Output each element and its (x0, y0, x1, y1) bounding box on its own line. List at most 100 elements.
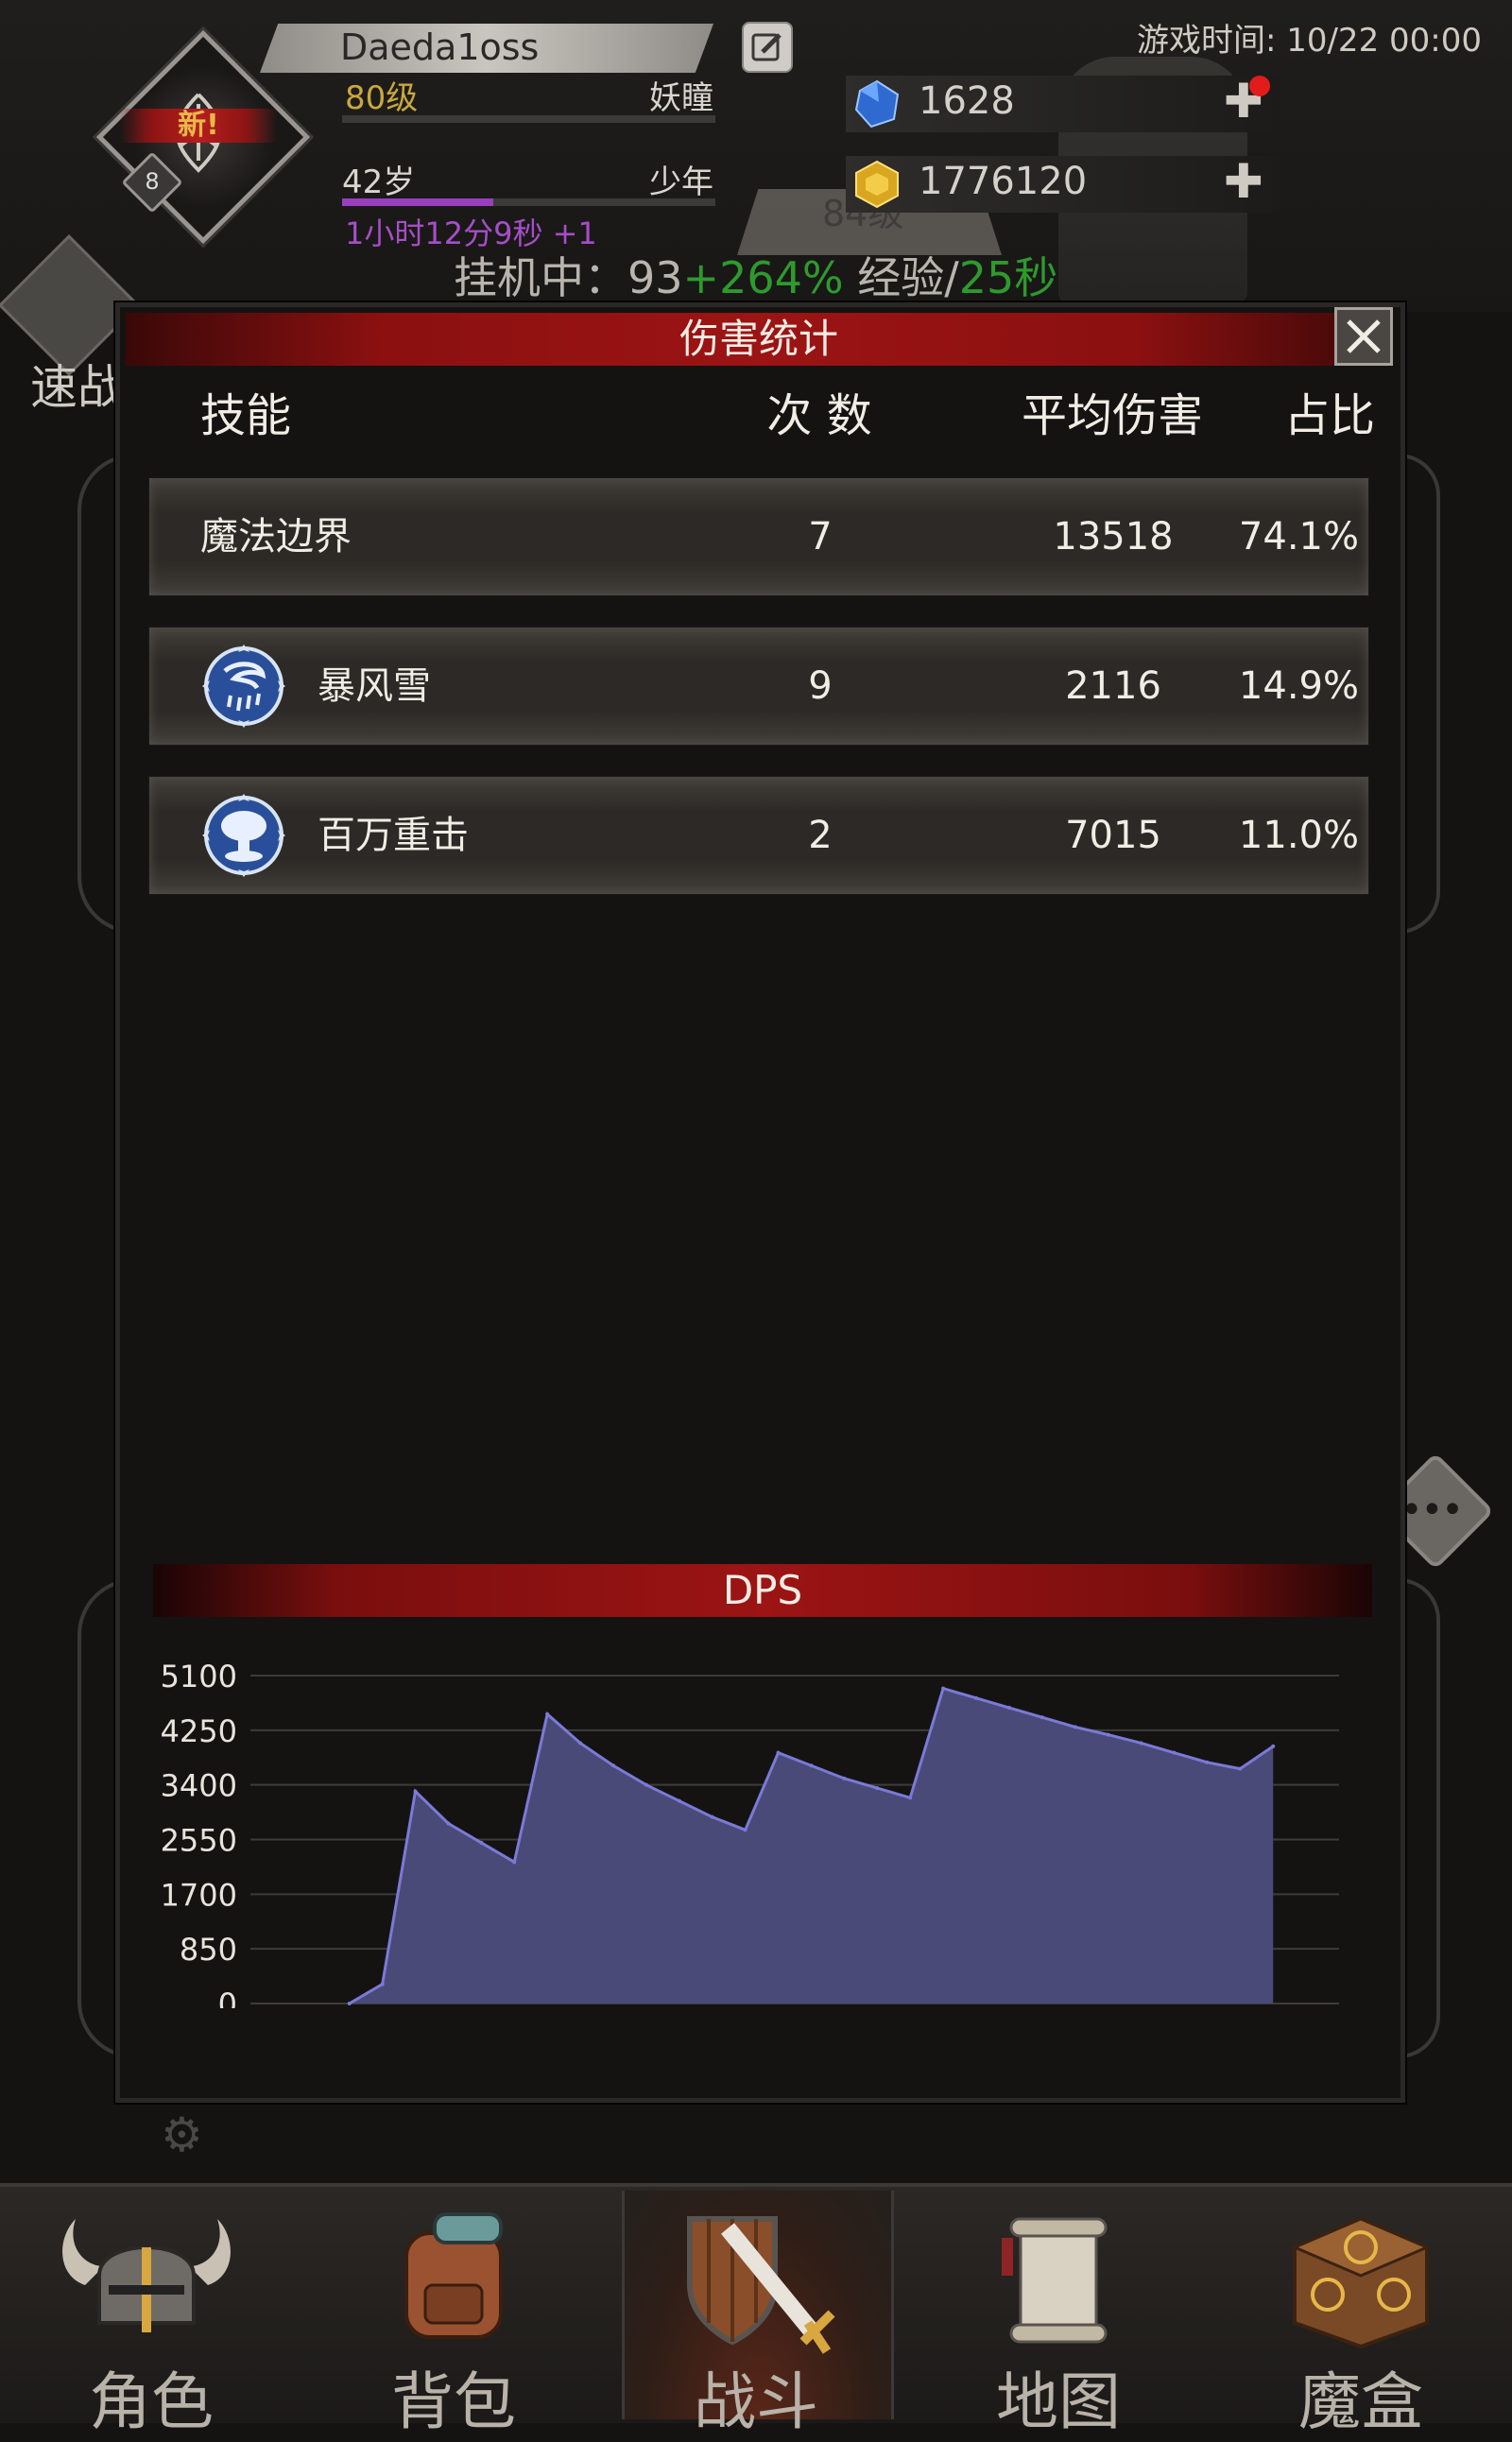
add-gold-button[interactable]: ✚ (1224, 154, 1263, 209)
nav-label: 魔盒 (1298, 2365, 1423, 2438)
column-header-count: 次 数 (766, 389, 872, 442)
dps-point (1205, 1760, 1210, 1764)
dps-point (1172, 1750, 1177, 1755)
nav-tab-battle[interactable]: 战斗 (605, 2191, 907, 2438)
dialog-title: 伤害统计 (679, 316, 838, 362)
gold-count: 1776120 (919, 160, 1088, 203)
dps-title-bar: DPS (153, 1564, 1372, 1617)
nav-label: 背包 (391, 2365, 516, 2438)
player-name: Daeda1oss (340, 26, 540, 68)
idle-prefix: 挂机中：93 (454, 252, 683, 303)
dps-title: DPS (722, 1567, 803, 1613)
y-tick-label: 5100 (161, 1659, 237, 1694)
dps-point (974, 1695, 978, 1700)
column-header-skill: 技能 (200, 389, 292, 442)
edit-name-button[interactable] (742, 22, 793, 73)
sword-shield-icon (687, 2216, 835, 2354)
skill-ratio: 14.9% (1238, 664, 1359, 708)
idle-bonus: +264% (682, 252, 844, 303)
gear-icon[interactable]: ⚙ (161, 2107, 203, 2162)
skill-ratio: 74.1% (1238, 515, 1359, 559)
skill-row[interactable]: 魔法边界 7 13518 74.1% (148, 477, 1369, 596)
y-tick-label: 3400 (161, 1768, 237, 1804)
skill-count: 7 (808, 515, 833, 559)
dps-point (545, 1711, 550, 1716)
quick-battle-label[interactable]: 速战 (30, 350, 125, 418)
dps-point (743, 1828, 747, 1832)
nav-tab-backpack[interactable]: 背包 (302, 2191, 605, 2438)
damage-stats-dialog: 伤害统计 技能 次 数 平均伤害 占比 魔法边界 7 13518 74.1% 暴… (115, 302, 1405, 2103)
y-tick-label: 4250 (161, 1713, 237, 1749)
nav-tab-magic-box[interactable]: 魔盒 (1210, 2191, 1512, 2438)
helmet-icon (62, 2219, 231, 2332)
nav-tab-character[interactable]: 角色 (0, 2191, 302, 2438)
y-tick-label: 0 (218, 1986, 237, 2008)
idle-exp-label: 经验/ (843, 252, 959, 303)
magic-box-icon (1291, 2216, 1431, 2349)
skill-name: 百万重击 (318, 814, 469, 857)
skill-count: 9 (808, 664, 833, 708)
dps-chart: 0850170025503400425051000112233 (161, 1659, 1339, 2008)
dps-point (908, 1796, 913, 1800)
gem-resource-bar (846, 76, 1280, 132)
dps-point (512, 1860, 517, 1865)
dps-point (644, 1782, 648, 1787)
dps-point (1238, 1766, 1243, 1771)
notification-dot (1249, 76, 1270, 96)
dps-point (1073, 1725, 1077, 1729)
age-bar-fill (342, 198, 493, 206)
skill-row[interactable]: 暴风雪 9 2116 14.9% (148, 627, 1369, 746)
nav-label: 战斗 (694, 2365, 818, 2438)
dps-point (1139, 1741, 1143, 1746)
blue-gem-icon (854, 79, 900, 129)
skill-count: 2 (808, 814, 833, 857)
nav-label: 角色 (89, 2365, 214, 2438)
new-badge: 新! (120, 109, 277, 143)
column-header-ratio: 占比 (1283, 389, 1375, 442)
close-icon (1347, 319, 1381, 353)
avatar-level-text: 8 (145, 168, 160, 195)
player-stage: 少年 (649, 163, 713, 201)
dps-point (941, 1686, 946, 1691)
dps-point (1040, 1715, 1044, 1720)
edit-icon (751, 33, 782, 61)
nav-label: 地图 (996, 2365, 1121, 2438)
gold-gem-icon (855, 160, 899, 209)
skill-ratio: 11.0% (1238, 814, 1359, 857)
skill-name: 暴风雪 (318, 664, 431, 708)
chat-icon: ••• (1400, 1488, 1464, 1532)
y-tick-label: 850 (180, 1932, 237, 1968)
player-age: 42岁 (342, 163, 416, 201)
dps-point (842, 1776, 847, 1780)
dps-point (347, 2002, 352, 2005)
y-tick-label: 2550 (161, 1823, 237, 1859)
player-race: 妖瞳 (649, 79, 713, 117)
dialog-title-bar: 伤害统计 (126, 313, 1392, 366)
dps-point (578, 1741, 583, 1746)
dps-point (875, 1786, 880, 1791)
dps-point (413, 1789, 418, 1794)
blizzard-icon (202, 645, 285, 728)
dps-point (710, 1814, 714, 1819)
close-button[interactable] (1334, 307, 1393, 366)
skill-name: 魔法边界 (200, 515, 352, 559)
idle-status: 挂机中：93+264% 经验/25秒 (454, 244, 1057, 306)
nav-tab-map[interactable]: 地图 (907, 2191, 1210, 2438)
dps-point (446, 1821, 451, 1826)
idle-interval: 25秒 (958, 252, 1058, 303)
backpack-icon (404, 2212, 503, 2339)
dps-point (809, 1763, 814, 1768)
dps-point (1271, 1744, 1276, 1748)
gem-count: 1628 (919, 79, 1015, 123)
player-level: 80级 (345, 79, 419, 117)
dps-point (677, 1798, 681, 1803)
y-tick-label: 1700 (161, 1877, 237, 1913)
scroll-map-icon (1002, 2217, 1108, 2344)
dps-point (1006, 1706, 1011, 1711)
dps-point (776, 1750, 781, 1755)
dps-point (380, 1982, 385, 1986)
exp-bar (342, 115, 715, 123)
dps-point (1106, 1732, 1110, 1737)
skill-row[interactable]: 百万重击 2 7015 11.0% (148, 776, 1369, 895)
dps-point (479, 1840, 484, 1845)
